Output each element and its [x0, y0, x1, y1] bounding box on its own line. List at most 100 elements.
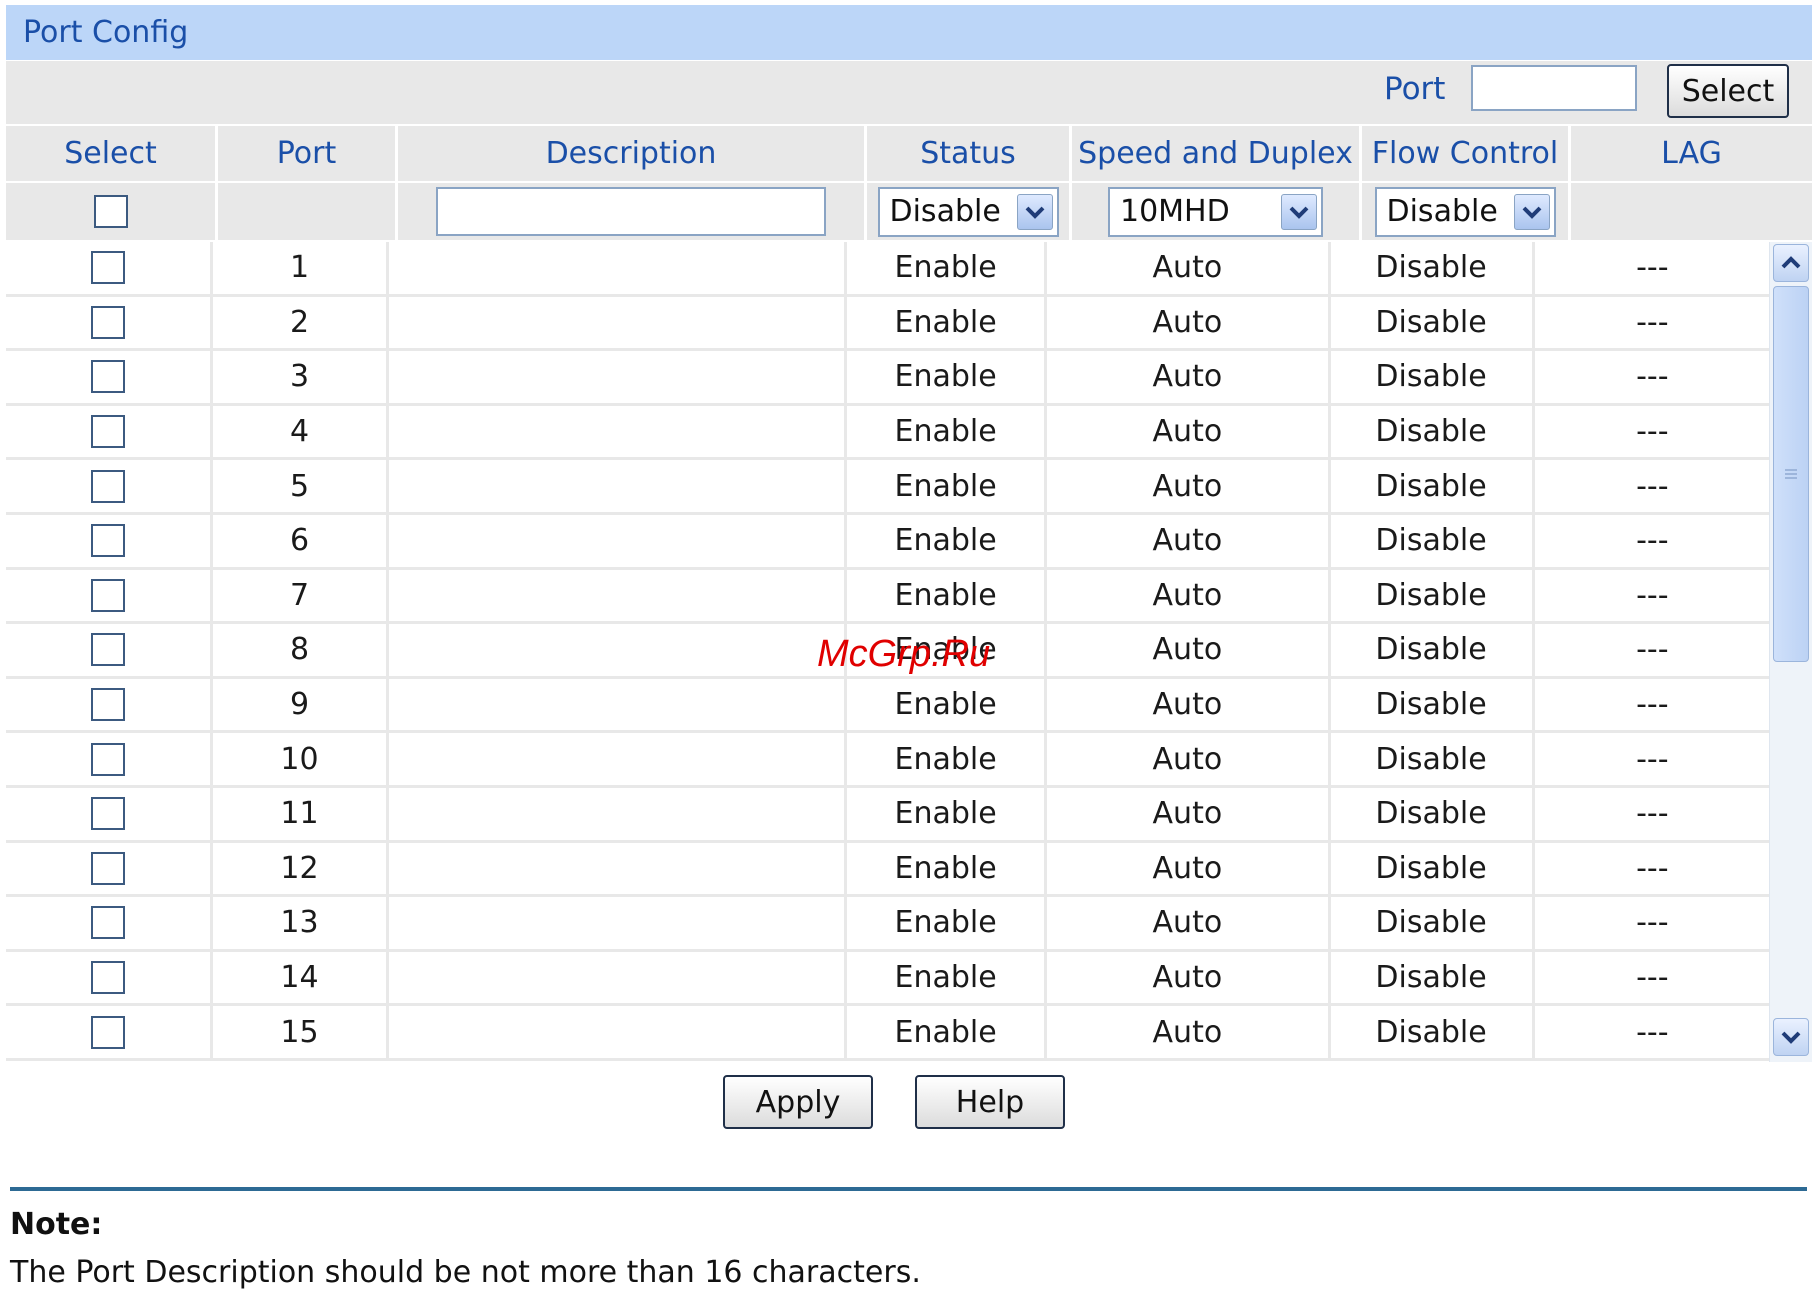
- status-select-value: Disable: [889, 194, 1001, 229]
- row-flow-control: Disable: [1331, 787, 1535, 840]
- table-row: 11 Enable Auto Disable ---: [6, 787, 1770, 843]
- header-speed-duplex: Speed and Duplex: [1072, 126, 1362, 181]
- port-select-input[interactable]: [1471, 65, 1637, 111]
- table-row: 15 Enable Auto Disable ---: [6, 1006, 1770, 1061]
- scroll-down-button[interactable]: [1773, 1018, 1809, 1056]
- header-lag: LAG: [1661, 136, 1722, 171]
- table-row: 4 Enable Auto Disable ---: [6, 405, 1770, 461]
- vertical-scrollbar[interactable]: [1769, 242, 1812, 1062]
- row-status: Enable: [847, 624, 1048, 676]
- help-button[interactable]: Help: [915, 1075, 1065, 1129]
- row-description: [389, 460, 847, 512]
- row-select-cell: [6, 460, 214, 512]
- row-lag: ---: [1636, 523, 1669, 559]
- row-lag: ---: [1636, 1014, 1669, 1050]
- filter-row: Disable 10MHD Disable: [6, 181, 1812, 242]
- row-port: 11: [213, 787, 389, 840]
- row-flow-control: Disable: [1331, 514, 1535, 567]
- row-checkbox[interactable]: [91, 688, 126, 722]
- table-rows: 1 Enable Auto Disable --- 2 Enable Auto Disable -…: [6, 242, 1770, 1061]
- row-checkbox[interactable]: [91, 578, 126, 612]
- row-speed-duplex: Auto: [1047, 787, 1331, 840]
- row-lag: ---: [1636, 632, 1669, 668]
- row-checkbox[interactable]: [91, 633, 126, 667]
- status-select[interactable]: Disable: [877, 186, 1059, 237]
- row-lag: ---: [1636, 577, 1669, 613]
- row-lag: ---: [1636, 687, 1669, 723]
- apply-button[interactable]: Apply: [723, 1075, 873, 1129]
- header-port: Port: [218, 126, 398, 181]
- row-speed-duplex: Auto: [1047, 569, 1331, 622]
- row-lag: ---: [1636, 850, 1669, 886]
- flow-control-select-value: Disable: [1386, 194, 1498, 229]
- row-checkbox[interactable]: [91, 797, 126, 831]
- table-row: 14 Enable Auto Disable ---: [6, 951, 1770, 1007]
- row-port: 15: [213, 1006, 389, 1058]
- table-row: 5 Enable Auto Disable ---: [6, 460, 1770, 515]
- row-checkbox[interactable]: [91, 469, 126, 503]
- table-row: 1 Enable Auto Disable ---: [6, 242, 1770, 297]
- port-config-panel: Port Config Port Select Select Port Desc…: [6, 5, 1812, 1062]
- header-flow-control: Flow Control: [1362, 126, 1571, 181]
- flow-control-select[interactable]: Disable: [1374, 186, 1556, 237]
- row-flow-control: Disable: [1331, 296, 1535, 349]
- row-port: 10: [213, 733, 389, 785]
- row-checkbox[interactable]: [91, 851, 126, 885]
- table-body: 1 Enable Auto Disable --- 2 Enable Auto Disable -…: [6, 242, 1812, 1062]
- row-flow-control: Disable: [1331, 351, 1535, 403]
- row-status: Enable: [847, 296, 1048, 349]
- row-speed-duplex: Auto: [1047, 296, 1331, 349]
- row-description: [389, 787, 847, 840]
- row-checkbox[interactable]: [91, 251, 126, 285]
- row-description: [389, 405, 847, 458]
- row-description: [389, 514, 847, 567]
- row-status: Enable: [847, 405, 1048, 458]
- select-button[interactable]: Select: [1667, 64, 1789, 118]
- row-select-cell: [6, 405, 214, 458]
- row-speed-duplex: Auto: [1047, 842, 1331, 895]
- row-lag: ---: [1636, 359, 1669, 395]
- row-flow-control: Disable: [1331, 569, 1535, 622]
- note-title: Note:: [10, 1207, 103, 1242]
- row-description: [389, 296, 847, 349]
- row-port: 9: [213, 678, 389, 731]
- row-checkbox[interactable]: [91, 415, 126, 449]
- row-port: 14: [213, 951, 389, 1004]
- row-select-cell: [6, 624, 214, 676]
- chevron-up-icon: [1781, 256, 1801, 269]
- description-input[interactable]: [436, 187, 826, 236]
- row-select-cell: [6, 242, 214, 294]
- row-checkbox[interactable]: [91, 305, 126, 339]
- row-checkbox[interactable]: [91, 906, 126, 940]
- port-select-bar: Port Select: [6, 61, 1812, 126]
- table-row: 10 Enable Auto Disable ---: [6, 733, 1770, 788]
- scroll-thumb[interactable]: [1773, 286, 1809, 662]
- row-checkbox[interactable]: [91, 961, 126, 995]
- row-speed-duplex: Auto: [1047, 951, 1331, 1004]
- select-all-checkbox[interactable]: [93, 195, 128, 228]
- row-checkbox[interactable]: [91, 360, 126, 394]
- row-speed-duplex: Auto: [1047, 897, 1331, 949]
- row-checkbox[interactable]: [91, 524, 126, 558]
- table-row: 3 Enable Auto Disable ---: [6, 351, 1770, 406]
- table-row: 2 Enable Auto Disable ---: [6, 296, 1770, 352]
- row-checkbox[interactable]: [91, 1015, 126, 1049]
- row-checkbox[interactable]: [91, 742, 126, 776]
- row-select-cell: [6, 514, 214, 567]
- row-select-cell: [6, 787, 214, 840]
- row-lag: ---: [1636, 796, 1669, 832]
- row-select-cell: [6, 1006, 214, 1058]
- speed-duplex-select-value: 10MHD: [1120, 194, 1230, 229]
- row-lag: ---: [1636, 250, 1669, 286]
- row-status: Enable: [847, 460, 1048, 512]
- scroll-up-button[interactable]: [1773, 244, 1809, 282]
- header-description: Description: [398, 126, 867, 181]
- row-select-cell: [6, 951, 214, 1004]
- row-port: 1: [213, 242, 389, 294]
- speed-duplex-select[interactable]: 10MHD: [1108, 186, 1323, 237]
- row-status: Enable: [847, 787, 1048, 840]
- row-port: 4: [213, 405, 389, 458]
- row-description: [389, 624, 847, 676]
- chevron-down-icon: [1513, 193, 1550, 230]
- row-description: [389, 351, 847, 403]
